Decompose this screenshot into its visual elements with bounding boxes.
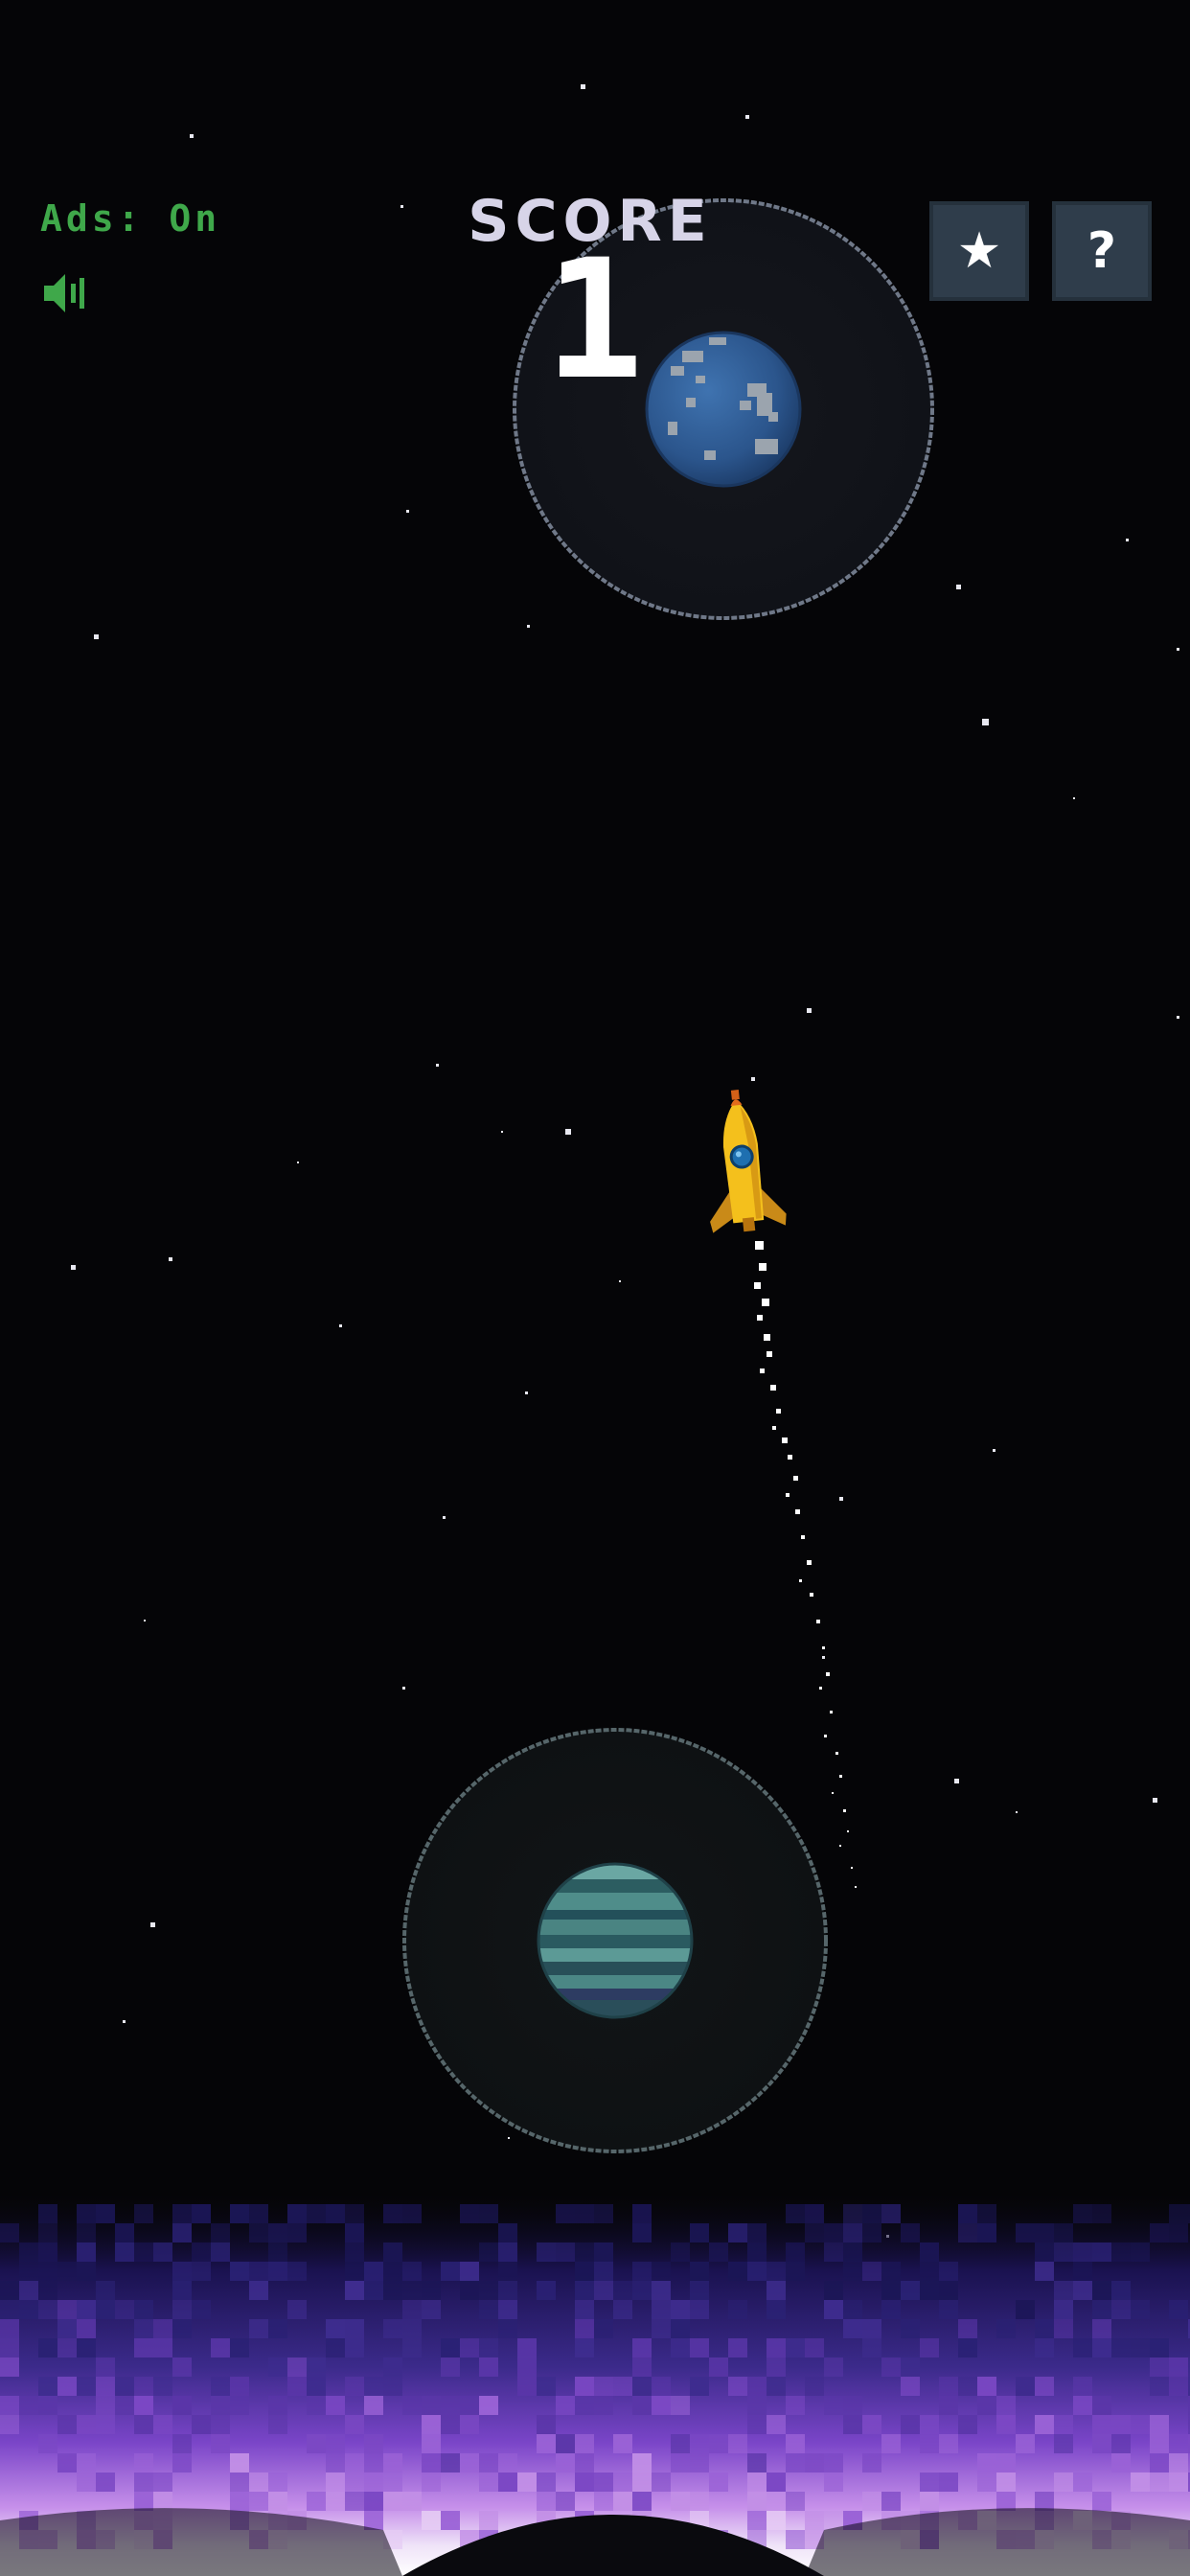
leaderboard-button[interactable]: ★ [929, 201, 1029, 301]
nebula-floor [0, 2195, 1190, 2576]
question-mark-icon: ? [1087, 222, 1117, 280]
blue-planet [645, 331, 802, 488]
star-icon: ★ [956, 222, 1002, 280]
speaker-on-icon[interactable] [42, 270, 86, 316]
help-button[interactable]: ? [1052, 201, 1152, 301]
score-value: 1 [544, 223, 644, 416]
ads-toggle[interactable]: Ads: On [40, 197, 220, 240]
